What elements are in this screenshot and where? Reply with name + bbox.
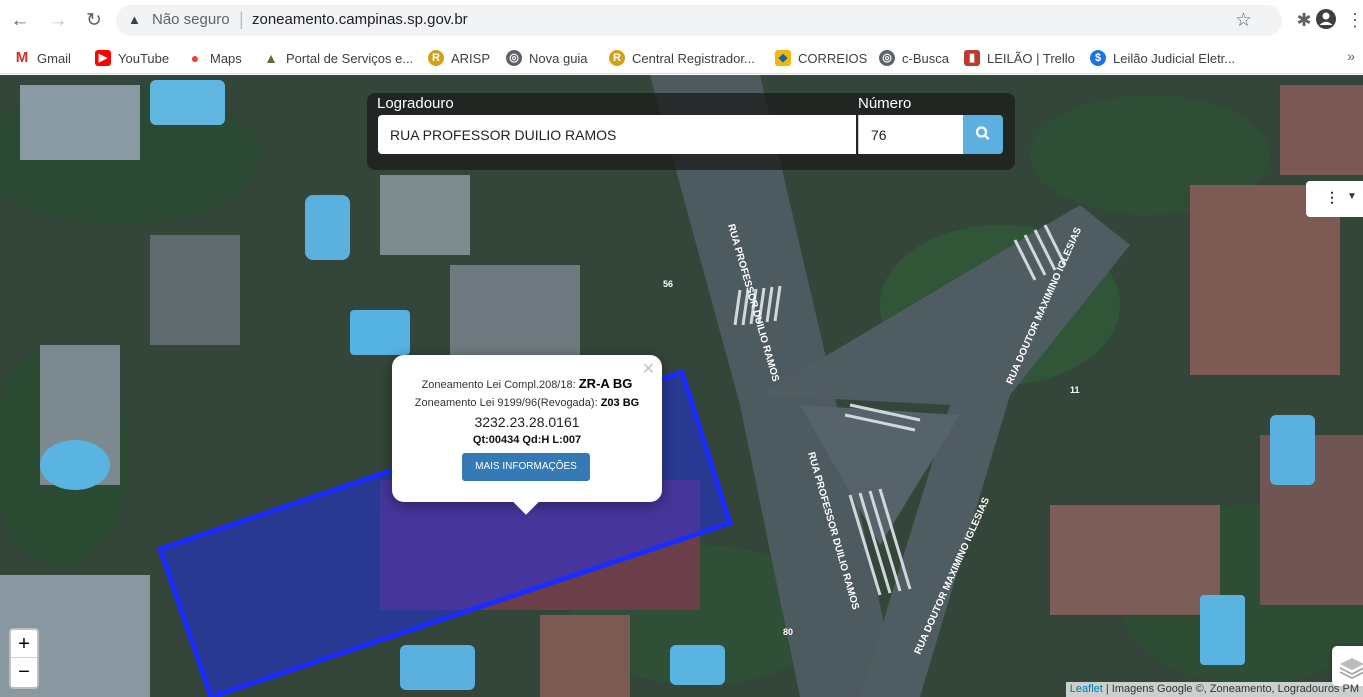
leilao-icon: $ <box>1090 50 1106 66</box>
zoning-2018-line: Zoneamento Lei Compl.208/18: ZR-A BG <box>392 376 662 391</box>
parcel-info-popup: ✕ Zoneamento Lei Compl.208/18: ZR-A BG Z… <box>392 355 662 515</box>
kebab-menu-icon: ⋮ <box>1325 189 1339 205</box>
zoom-control: + − <box>9 628 39 689</box>
profile-avatar-icon[interactable] <box>1314 8 1338 32</box>
extensions-puzzle-icon[interactable]: ✱ <box>1292 8 1316 32</box>
globe-icon: ◎ <box>879 50 895 66</box>
swimming-pool <box>400 645 475 690</box>
house-number-label: 56 <box>663 279 673 289</box>
warning-icon: ▲ <box>128 12 141 27</box>
bookmark-label: Nova guia <box>529 50 588 66</box>
swimming-pool <box>305 195 350 260</box>
arisp-icon: R <box>428 50 444 66</box>
star-icon[interactable]: ☆ <box>1235 9 1252 32</box>
back-arrow-icon[interactable]: ← <box>8 9 32 33</box>
numero-label: Número <box>858 95 912 112</box>
bookmark-label: Portal de Serviços e... <box>286 50 414 66</box>
logradouro-label: Logradouro <box>377 95 454 112</box>
address-bar[interactable]: ▲ Não seguro | zoneamento.campinas.sp.go… <box>116 5 1282 36</box>
youtube-icon: ▶ <box>95 50 111 66</box>
bookmark-portal[interactable]: ▲ Portal de Serviços e... <box>263 48 413 68</box>
bookmark-label: CORREIOS <box>798 50 868 66</box>
attribution-text: | Imagens Google ©, Zoneamento, Logradou… <box>1105 683 1359 695</box>
swimming-pool <box>40 440 110 490</box>
url-text[interactable]: zoneamento.campinas.sp.gov.br <box>252 11 468 28</box>
zoning-1996-line: Zoneamento Lei 9199/96(Revogada): Z03 BG <box>392 397 662 409</box>
house-number-label: 80 <box>783 627 793 637</box>
bookmark-label: Gmail <box>37 50 71 66</box>
globe-icon: ◎ <box>506 50 522 66</box>
house-roof <box>380 175 470 255</box>
bookmark-label: Maps <box>210 50 242 66</box>
map-attribution: Leaflet | Imagens Google ©, Zoneamento, … <box>1065 682 1363 697</box>
house-roof <box>20 85 140 160</box>
bookmarks-overflow-icon[interactable]: » <box>1347 48 1355 64</box>
security-label: Não seguro <box>152 11 230 28</box>
central-icon: R <box>609 50 625 66</box>
logradouro-input[interactable] <box>378 115 856 154</box>
correios-icon: ◆ <box>775 50 791 66</box>
zoning-2018-value: ZR-A BG <box>578 376 633 391</box>
zoning-2018-label: Zoneamento Lei Compl.208/18: <box>421 379 576 391</box>
search-button[interactable] <box>963 115 1003 154</box>
numero-input[interactable] <box>858 115 963 154</box>
reload-icon[interactable]: ↻ <box>82 9 106 33</box>
swimming-pool <box>350 310 410 355</box>
forward-arrow-icon[interactable]: → <box>46 9 70 33</box>
bookmarks-bar: M Gmail ▶ YouTube ● Maps ▲ Portal de Ser… <box>0 42 1363 74</box>
browser-menu-icon[interactable]: ⋮ <box>1343 8 1363 32</box>
zoom-in-button[interactable]: + <box>11 630 37 658</box>
swimming-pool <box>1270 415 1315 485</box>
gmail-icon: M <box>15 49 29 66</box>
bookmark-label: c-Busca <box>902 50 949 66</box>
lot-info: Qt:00434 Qd:H L:007 <box>472 434 582 446</box>
browser-toolbar: ← → ↻ ▲ Não seguro | zoneamento.campinas… <box>0 0 1363 42</box>
house-roof <box>150 235 240 345</box>
address-search-panel: Logradouro Número <box>367 93 1015 170</box>
leaflet-link[interactable]: Leaflet <box>1070 683 1103 695</box>
house-number-label: 11 <box>1070 385 1080 395</box>
swimming-pool <box>150 80 225 125</box>
more-info-button[interactable]: MAIS INFORMAÇÕES <box>462 453 590 481</box>
house-roof <box>1050 505 1220 615</box>
address-separator: | <box>239 9 244 29</box>
layers-button[interactable] <box>1332 646 1363 686</box>
house-roof <box>1280 85 1363 175</box>
swimming-pool <box>670 645 725 685</box>
bookmark-label: Central Registrador... <box>632 50 755 66</box>
caret-down-icon: ▼ <box>1347 191 1357 202</box>
options-menu-button[interactable]: ⋮ ▼ <box>1306 181 1363 217</box>
bookmark-gmail[interactable]: M Gmail <box>14 48 71 68</box>
bookmark-label: YouTube <box>118 50 170 66</box>
house-roof <box>540 615 630 697</box>
bookmark-youtube[interactable]: ▶ YouTube <box>95 48 169 68</box>
bookmark-maps[interactable]: ● Maps <box>187 48 242 68</box>
layers-icon <box>1339 658 1363 679</box>
bookmark-label: LEILÃO | Trello <box>987 50 1075 66</box>
house-roof <box>450 265 580 365</box>
bookmark-leilao-judicial[interactable]: $ Leilão Judicial Eletr... <box>1090 48 1235 68</box>
bookmark-trello[interactable]: ▮ LEILÃO | Trello <box>964 48 1075 68</box>
zoning-1996-label: Zoneamento Lei 9199/96(Revogada): <box>414 397 598 409</box>
zoom-out-button[interactable]: − <box>11 658 37 686</box>
bookmark-central[interactable]: R Central Registrador... <box>609 48 755 68</box>
search-icon <box>975 126 990 140</box>
bookmark-nova-guia[interactable]: ◎ Nova guia <box>506 48 588 68</box>
zoning-1996-value: Z03 BG <box>600 397 640 409</box>
portal-icon: ▲ <box>264 50 278 66</box>
maps-icon: ● <box>190 50 200 66</box>
swimming-pool <box>1200 595 1245 665</box>
parcel-code: 3232.23.28.0161 <box>474 414 580 430</box>
bookmark-arisp[interactable]: R ARISP <box>428 48 490 68</box>
bookmark-c-busca[interactable]: ◎ c-Busca <box>879 48 949 68</box>
trello-icon: ▮ <box>964 50 980 66</box>
bookmark-label: ARISP <box>451 50 491 66</box>
bookmark-correios[interactable]: ◆ CORREIOS <box>775 48 867 68</box>
bookmark-label: Leilão Judicial Eletr... <box>1113 50 1236 66</box>
map-view[interactable]: RUA PROFESSOR DUILIO RAMOS RUA DOUTOR MA… <box>0 75 1363 697</box>
